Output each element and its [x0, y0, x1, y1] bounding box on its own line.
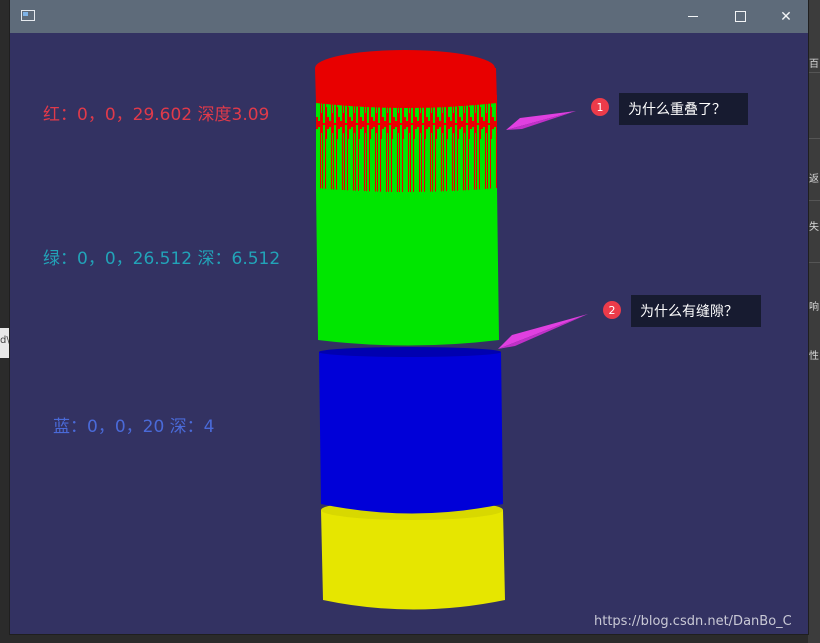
annotation-badge: 1: [591, 98, 609, 116]
blue-cylinder: [319, 347, 503, 514]
background-text-fragment: 性: [809, 351, 819, 362]
overlap-question-callout: 为什么重叠了？: [619, 93, 748, 125]
background-text-fragment: 百: [809, 59, 819, 70]
blue-cylinder-body: [319, 352, 503, 514]
red-cylinder-top: [315, 50, 495, 86]
title-bar[interactable]: ✕: [10, 0, 808, 33]
background-text-fragment: 响: [809, 302, 819, 313]
background-window-right: 百 返 失 响 性: [808, 0, 820, 643]
app-icon: [21, 10, 35, 21]
gap-question-callout: 为什么有缝隙？: [631, 295, 761, 327]
yellow-cylinder-body: [321, 510, 505, 610]
background-window-left: d\: [0, 328, 10, 358]
app-window: ✕ 红：0，0，29.602 深度3.09 绿：0，0，26.512 深：6.5…: [10, 0, 808, 634]
minimize-icon: [688, 16, 698, 17]
background-text-fragment: 失: [809, 222, 819, 233]
desktop: d\ 百 返 失 响 性 ✕ 红：0，0，29.602 深度3.09 绿：0，0…: [0, 0, 820, 643]
blue-cylinder-top: [319, 347, 501, 357]
close-button[interactable]: ✕: [763, 0, 809, 33]
background-text-fragment: 返: [809, 174, 819, 185]
minimize-button[interactable]: [670, 0, 716, 33]
green-cylinder-body: [316, 188, 499, 346]
red-cylinder: [315, 50, 497, 108]
green-cylinder-label: 绿：0，0，26.512 深：6.512: [43, 249, 281, 269]
maximize-icon: [734, 11, 746, 22]
background-text-fragment: d\: [0, 335, 10, 346]
annotation-badge: 2: [603, 301, 621, 319]
watermark: https://blog.csdn.net/DanBo_C: [594, 614, 792, 629]
red-cylinder-label: 红：0，0，29.602 深度3.09: [43, 105, 270, 125]
z-fighting-region: [316, 95, 497, 192]
green-cylinder: [316, 188, 499, 346]
overlap-stripes: [316, 95, 497, 192]
arrow-to-overlap: [506, 111, 576, 130]
maximize-button[interactable]: [717, 0, 763, 33]
blue-cylinder-label: 蓝：0，0，20 深：4: [53, 417, 215, 437]
close-icon: ✕: [780, 8, 792, 25]
arrow-to-gap: [498, 314, 588, 349]
yellow-cylinder: [321, 500, 505, 610]
